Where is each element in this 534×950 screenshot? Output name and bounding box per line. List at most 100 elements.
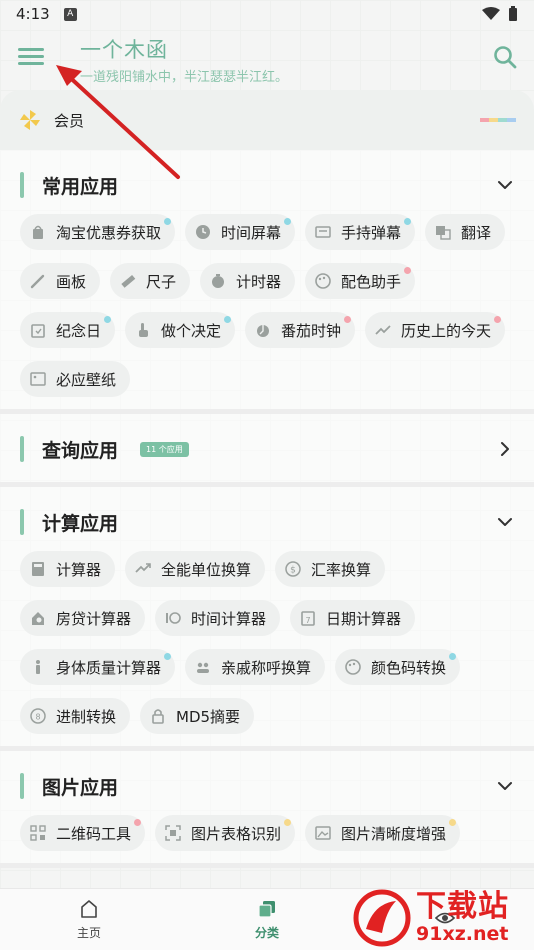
brush-icon [30,273,46,289]
member-card[interactable]: 会员 [0,90,534,150]
chevron-right-icon[interactable] [496,440,514,458]
app-title: 一个木函 [80,38,168,62]
app-chip[interactable]: 房贷计算器 [20,600,146,636]
clock-icon [195,224,211,240]
chevron-down-icon[interactable] [496,777,514,795]
section-header[interactable]: 图片应用 [0,767,534,805]
hamburger-menu-icon[interactable] [18,44,44,70]
section-title: 图片应用 [42,776,119,799]
app-chip[interactable]: 颜色码转换 [335,649,461,685]
app-chip-label: 尺子 [146,272,177,291]
wifi-icon [482,7,500,20]
svg-text:7: 7 [305,616,310,625]
app-chip-label: 房贷计算器 [56,609,132,628]
app-chip[interactable]: 8 进制转换 [20,698,131,734]
trend-icon [375,322,391,338]
time-calc-icon [165,610,181,626]
app-chip[interactable]: 尺子 [110,263,191,299]
section-accent-bar [20,509,24,535]
body-icon [30,659,46,675]
app-chip-label: MD5摘要 [176,707,241,726]
new-indicator-dot [134,819,142,826]
image-icon [30,371,46,387]
app-chip-list: 二维码工具 图片表格识别 图片清晰度增强 [0,805,534,851]
section-title: 查询应用 [42,439,119,462]
app-chip[interactable]: 时间计算器 [155,600,281,636]
new-indicator-dot [449,819,457,826]
app-chip-label: 计时器 [236,272,282,291]
nav-home[interactable]: 主页 [0,889,178,950]
app-chip-label: 计算器 [56,560,102,579]
section-header[interactable]: 查询应用 11 个应用 [0,430,534,468]
app-chip[interactable]: 番茄时钟 [245,312,356,348]
danmaku-icon [315,224,331,240]
app-chip[interactable]: 计时器 [200,263,296,299]
app-chip[interactable]: 做个决定 [125,312,236,348]
new-indicator-dot [224,316,232,323]
app-chip-label: 亲戚称呼换算 [221,658,312,677]
app-chip[interactable]: 全能单位换算 [125,551,266,587]
status-indicators [482,6,518,22]
app-chip[interactable]: 历史上的今天 [365,312,506,348]
app-chip[interactable]: 7 日期计算器 [290,600,416,636]
app-chip-label: 图片清晰度增强 [341,824,447,843]
section-accent-bar [20,436,24,462]
app-chip[interactable]: 纪念日 [20,312,116,348]
new-indicator-dot [164,218,172,225]
new-indicator-dot [284,218,292,225]
app-header: 一个木函 一道残阳铺水中，半江瑟瑟半江红。 [0,28,534,90]
new-indicator-dot [344,316,352,323]
bag-icon [30,224,46,240]
app-chip[interactable]: 手持弹幕 [305,214,416,250]
app-chip-list: 淘宝优惠券获取 时间屏幕 手持弹幕 翻译画板 尺子 计时器 配色助手纪念日 做个决定 番茄时钟 历… [0,204,534,397]
app-chip[interactable]: 图片清晰度增强 [305,815,461,851]
chevron-down-icon[interactable] [496,513,514,531]
app-chip-label: 图片表格识别 [191,824,282,843]
svg-text:8: 8 [35,713,40,722]
app-chip[interactable]: 身体质量计算器 [20,649,176,685]
search-icon[interactable] [492,44,518,70]
section-header[interactable]: 常用应用 [0,166,534,204]
calculator-icon [30,561,46,577]
nav-category[interactable]: 分类 [178,889,356,950]
app-chip-label: 日期计算器 [326,609,402,628]
section-2: 计算应用计算器 全能单位换算 $ 汇率换算房贷计算器 时间计算器 7 日期计算器身体质量计算… [0,487,534,751]
app-chip-label: 汇率换算 [311,560,372,579]
app-chip[interactable]: 必应壁纸 [20,361,131,397]
pinwheel-icon [20,110,40,130]
app-chip[interactable]: 翻译 [425,214,506,250]
app-chip[interactable]: 时间屏幕 [185,214,296,250]
app-chip[interactable]: 画板 [20,263,101,299]
section-accent-bar [20,773,24,799]
member-stripe [489,118,498,122]
app-chip-label: 颜色码转换 [371,658,447,677]
chevron-down-icon[interactable] [496,176,514,194]
nav-third[interactable] [356,889,534,950]
translate-icon [435,224,451,240]
app-chip[interactable]: 计算器 [20,551,116,587]
tomato-timer-icon [255,322,271,338]
app-chip-label: 全能单位换算 [161,560,252,579]
qrcode-icon [30,825,46,841]
palette-icon [315,273,331,289]
category-icon [258,901,275,918]
category-list: 常用应用淘宝优惠券获取 时间屏幕 手持弹幕 翻译画板 尺子 计时器 配色助手纪念日 做个决定 番… [0,150,534,888]
app-chip[interactable]: 二维码工具 [20,815,146,851]
app-chip[interactable]: 淘宝优惠券获取 [20,214,176,250]
people-icon [195,659,211,675]
app-chip[interactable]: 亲戚称呼换算 [185,649,326,685]
app-chip-label: 手持弹幕 [341,223,402,242]
new-indicator-dot [164,653,172,660]
app-chip-label: 做个决定 [161,321,222,340]
app-chip-label: 淘宝优惠券获取 [56,223,162,242]
section-header[interactable]: 计算应用 [0,503,534,541]
app-chip[interactable]: 图片表格识别 [155,815,296,851]
app-chip[interactable]: 配色助手 [305,263,416,299]
app-chip[interactable]: MD5摘要 [140,698,255,734]
app-chip[interactable]: $ 汇率换算 [275,551,386,587]
app-chip-label: 翻译 [461,223,492,242]
app-chip-label: 纪念日 [56,321,102,340]
calendar-icon [30,322,46,338]
battery-icon [509,6,517,21]
app-chip-label: 画板 [56,272,87,291]
